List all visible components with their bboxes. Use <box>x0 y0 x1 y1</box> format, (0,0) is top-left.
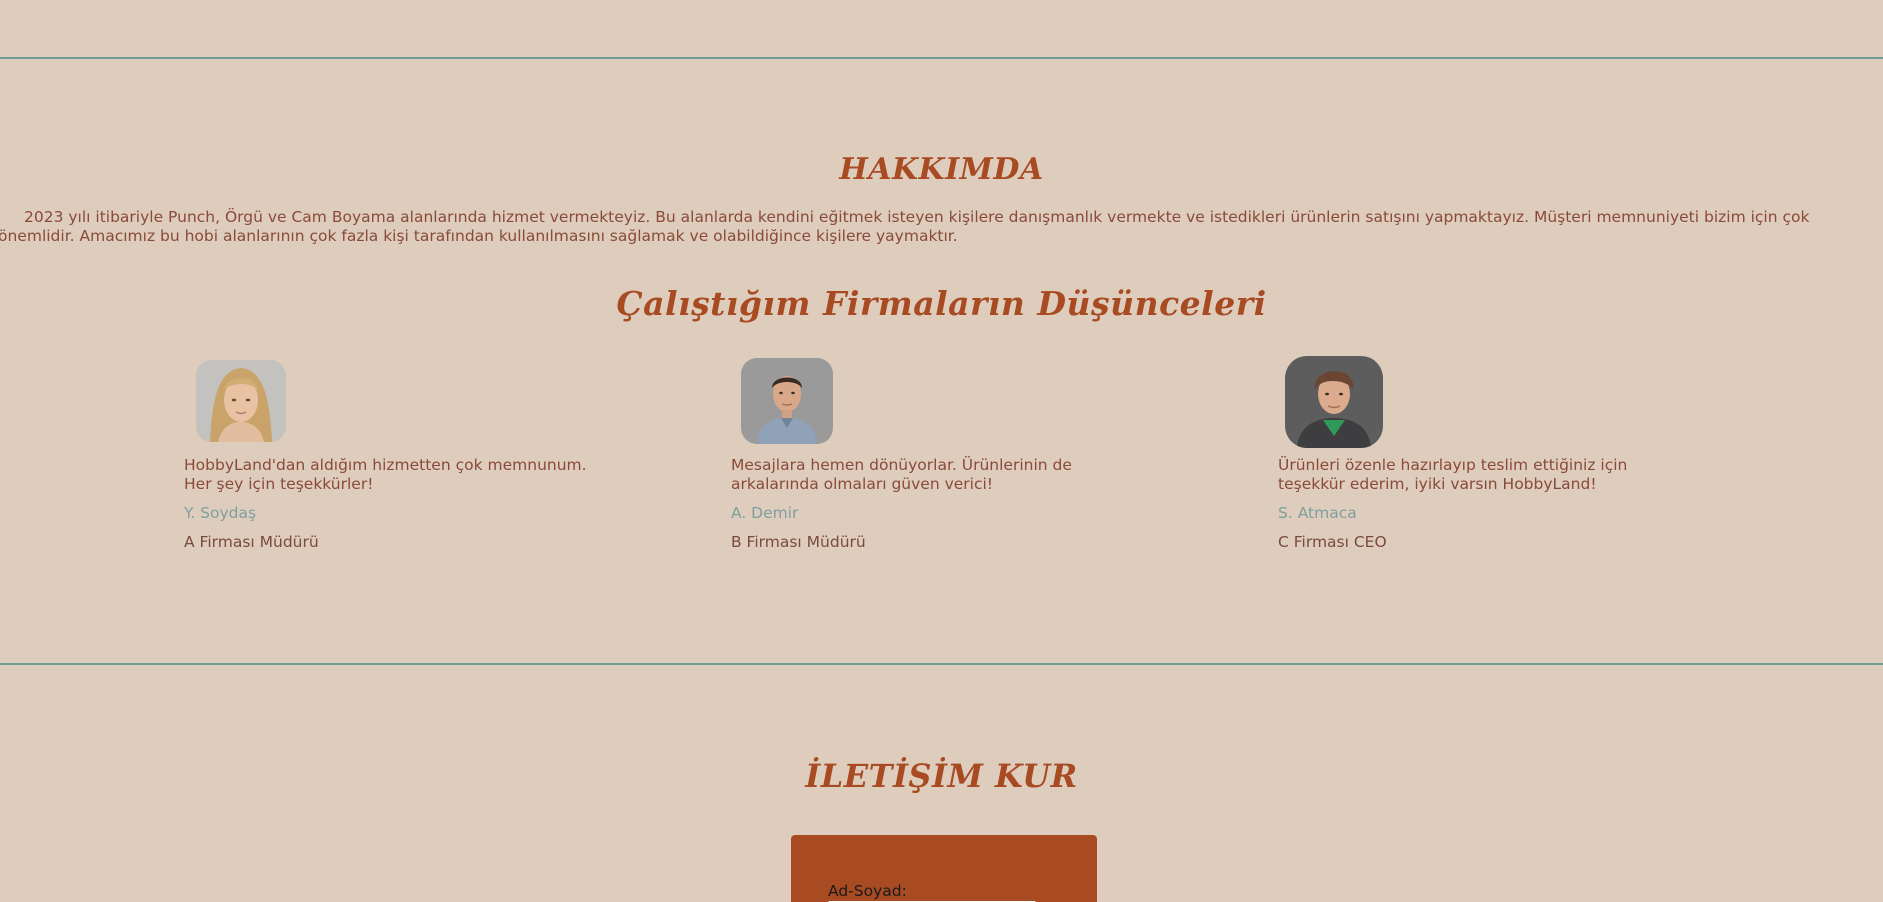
testimonial-author: S. Atmaca <box>1278 504 1357 522</box>
testimonial-quote: HobbyLand'dan aldığım hizmetten çok memn… <box>184 456 587 493</box>
contact-form: Ad-Soyad: <box>791 835 1097 902</box>
testimonials-title: Çalıştığım Firmaların Düşünceleri <box>616 284 1267 323</box>
about-title: HAKKIMDA <box>839 152 1044 187</box>
about-text: 2023 yılı itibariyle Punch, Örgü ve Cam … <box>0 208 1810 245</box>
contact-title: İLETİŞİM KUR <box>805 757 1078 795</box>
man-avatar <box>741 358 833 444</box>
bottom-divider <box>0 663 1883 665</box>
testimonial-author: A. Demir <box>731 504 799 522</box>
young-man-avatar <box>1285 356 1383 448</box>
testimonial-quote: Mesajlara hemen dönüyorlar. Ürünlerinin … <box>731 456 1072 493</box>
woman-avatar <box>196 360 286 442</box>
testimonial-role: A Firması Müdürü <box>184 533 319 551</box>
testimonial-role: B Firması Müdürü <box>731 533 866 551</box>
top-divider <box>0 57 1883 59</box>
testimonial-role: C Firması CEO <box>1278 533 1387 551</box>
testimonial-author: Y. Soydaş <box>184 504 257 522</box>
testimonial-quote: Ürünleri özenle hazırlayıp teslim ettiği… <box>1278 456 1628 493</box>
name-label: Ad-Soyad: <box>828 882 907 900</box>
page: HAKKIMDA 2023 yılı itibariyle Punch, Örg… <box>0 0 1883 902</box>
